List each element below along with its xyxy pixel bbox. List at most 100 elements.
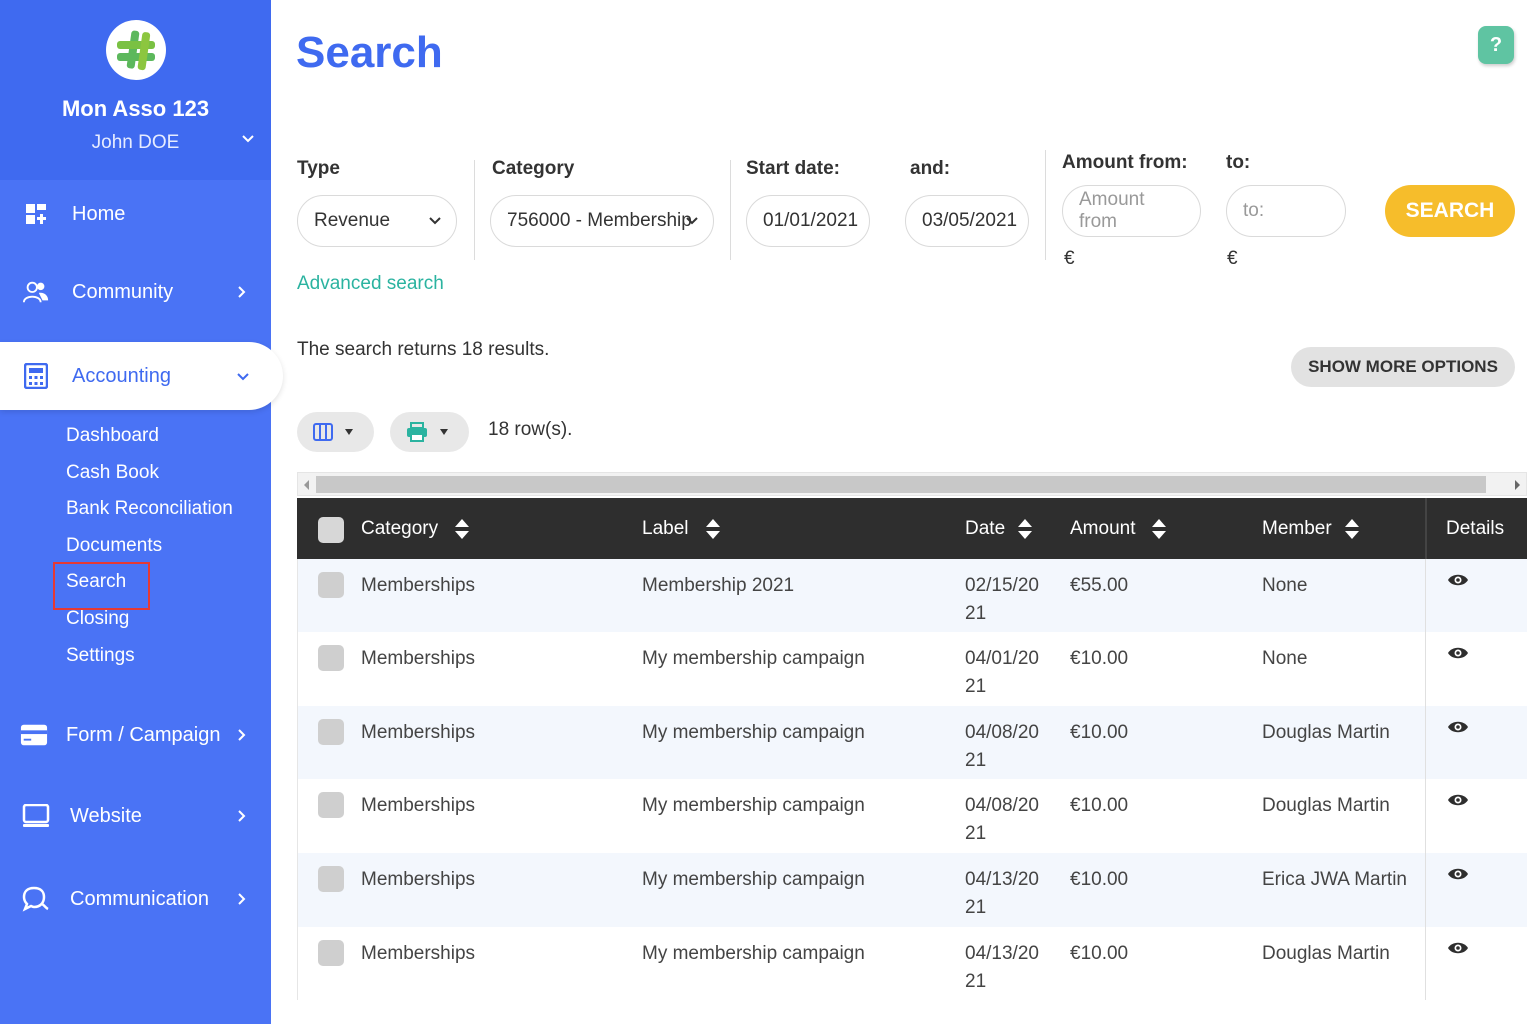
nav-item-communication[interactable]: Communication bbox=[0, 865, 271, 933]
row-checkbox[interactable] bbox=[318, 792, 344, 818]
eye-icon[interactable] bbox=[1447, 572, 1469, 588]
subnav-item-documents[interactable]: Documents bbox=[66, 528, 233, 565]
table-row[interactable]: Memberships My membership campaign 04/08… bbox=[297, 779, 1527, 853]
sort-icon[interactable] bbox=[1344, 517, 1360, 541]
sort-icon[interactable] bbox=[1017, 517, 1033, 541]
nav-item-form-campaign[interactable]: Form / Campaign bbox=[0, 701, 271, 769]
amount-from-placeholder: Amount from bbox=[1079, 189, 1145, 232]
subnav-item-settings[interactable]: Settings bbox=[66, 638, 233, 675]
chat-icon bbox=[22, 885, 50, 913]
table-row[interactable]: Memberships My membership campaign 04/13… bbox=[297, 853, 1527, 927]
start-date-value: 01/01/2021 bbox=[763, 210, 859, 231]
row-checkbox[interactable] bbox=[318, 940, 344, 966]
nav-label-form-campaign: Form / Campaign bbox=[66, 723, 221, 746]
user-name[interactable]: John DOE bbox=[92, 132, 180, 154]
row-checkbox[interactable] bbox=[318, 866, 344, 892]
chevron-right-icon bbox=[238, 893, 246, 905]
cell-label: My membership campaign bbox=[642, 943, 865, 964]
caret-down-icon bbox=[440, 429, 448, 435]
nav-item-community[interactable]: Community bbox=[0, 258, 271, 326]
end-date-input[interactable]: 03/05/2021 bbox=[905, 195, 1029, 247]
amount-to-label: to: bbox=[1226, 152, 1251, 173]
sort-icon[interactable] bbox=[454, 517, 470, 541]
horizontal-scrollbar[interactable] bbox=[297, 472, 1527, 496]
row-checkbox[interactable] bbox=[318, 572, 344, 598]
column-title-label: Label bbox=[642, 517, 689, 539]
table-row[interactable]: Memberships My membership campaign 04/13… bbox=[297, 927, 1527, 1001]
category-select[interactable]: 756000 - Membership bbox=[490, 195, 714, 247]
printer-icon bbox=[407, 422, 427, 442]
subnav-item-cash-book[interactable]: Cash Book bbox=[66, 455, 233, 492]
sort-icon[interactable] bbox=[705, 517, 721, 541]
dashboard-icon bbox=[22, 200, 50, 228]
users-icon bbox=[22, 278, 50, 306]
cell-date: 02/15/2021 bbox=[965, 575, 1039, 624]
advanced-search-link[interactable]: Advanced search bbox=[297, 273, 444, 295]
type-select-value: Revenue bbox=[314, 210, 391, 231]
row-checkbox[interactable] bbox=[318, 645, 344, 671]
details-column-border bbox=[1425, 559, 1426, 1000]
filter-divider bbox=[730, 160, 731, 260]
table-row[interactable]: Memberships My membership campaign 04/01… bbox=[297, 632, 1527, 706]
column-header-category[interactable]: Category bbox=[361, 498, 470, 559]
eye-icon[interactable] bbox=[1447, 719, 1469, 735]
print-button[interactable] bbox=[390, 412, 469, 452]
eye-icon[interactable] bbox=[1447, 792, 1469, 808]
accounting-submenu: Dashboard Cash Book Bank Reconciliation … bbox=[53, 418, 233, 675]
nav-item-accounting[interactable]: Accounting bbox=[0, 342, 283, 410]
column-header-label[interactable]: Label bbox=[642, 498, 721, 559]
start-date-input[interactable]: 01/01/2021 bbox=[746, 195, 870, 247]
amount-from-input[interactable]: Amount from bbox=[1062, 185, 1201, 237]
cell-label: My membership campaign bbox=[642, 648, 865, 669]
cell-label: My membership campaign bbox=[642, 869, 865, 890]
cell-amount: €10.00 bbox=[1070, 869, 1129, 890]
monitor-icon bbox=[22, 802, 50, 830]
start-date-label: Start date: bbox=[746, 158, 840, 179]
currency-symbol: € bbox=[1227, 248, 1238, 269]
column-title-member: Member bbox=[1262, 517, 1332, 539]
chevron-right-icon bbox=[238, 810, 246, 822]
scrollbar-thumb[interactable] bbox=[316, 476, 1486, 493]
filter-divider bbox=[1045, 150, 1046, 260]
nav-item-home[interactable]: Home bbox=[0, 180, 271, 248]
search-button[interactable]: SEARCH bbox=[1385, 185, 1515, 237]
end-date-value: 03/05/2021 bbox=[922, 210, 1018, 231]
type-select[interactable]: Revenue bbox=[297, 195, 457, 247]
subnav-item-dashboard[interactable]: Dashboard bbox=[66, 418, 233, 455]
column-header-date[interactable]: Date bbox=[965, 498, 1033, 559]
chevron-down-icon[interactable] bbox=[241, 132, 255, 146]
show-more-options-button[interactable]: SHOW MORE OPTIONS bbox=[1291, 347, 1515, 387]
column-title-category: Category bbox=[361, 517, 439, 539]
cell-amount: €10.00 bbox=[1070, 943, 1129, 964]
select-all-checkbox[interactable] bbox=[318, 517, 344, 543]
chevron-right-icon bbox=[238, 286, 246, 298]
scroll-right-icon[interactable] bbox=[1515, 480, 1520, 490]
subnav-item-closing[interactable]: Closing bbox=[66, 601, 233, 638]
currency-symbol: € bbox=[1064, 248, 1075, 269]
subnav-item-bank-reconciliation[interactable]: Bank Reconciliation bbox=[66, 491, 233, 528]
organization-logo[interactable] bbox=[105, 20, 166, 80]
cell-member: Douglas Martin bbox=[1262, 943, 1390, 964]
columns-toggle-button[interactable] bbox=[297, 412, 374, 452]
column-header-member[interactable]: Member bbox=[1262, 498, 1360, 559]
amount-to-placeholder: to: bbox=[1243, 200, 1265, 221]
scroll-left-icon[interactable] bbox=[304, 480, 309, 490]
help-button[interactable]: ? bbox=[1478, 26, 1514, 64]
subnav-item-search[interactable]: Search bbox=[53, 562, 233, 610]
amount-to-input[interactable]: to: bbox=[1226, 185, 1346, 237]
column-header-amount[interactable]: Amount bbox=[1070, 498, 1167, 559]
cell-amount: €10.00 bbox=[1070, 722, 1129, 743]
eye-icon[interactable] bbox=[1447, 645, 1469, 661]
table-row[interactable]: Memberships Membership 2021 02/15/2021 €… bbox=[297, 559, 1527, 633]
eye-icon[interactable] bbox=[1447, 866, 1469, 882]
columns-icon bbox=[313, 423, 333, 441]
sort-icon[interactable] bbox=[1151, 517, 1167, 541]
eye-icon[interactable] bbox=[1447, 940, 1469, 956]
credit-card-icon bbox=[20, 721, 48, 749]
chevron-down-icon bbox=[429, 217, 441, 225]
nav-item-website[interactable]: Website bbox=[0, 782, 271, 850]
table-row[interactable]: Memberships My membership campaign 04/08… bbox=[297, 706, 1527, 780]
column-title-date: Date bbox=[965, 517, 1006, 539]
row-checkbox[interactable] bbox=[318, 719, 344, 745]
logo-icon bbox=[116, 30, 155, 71]
